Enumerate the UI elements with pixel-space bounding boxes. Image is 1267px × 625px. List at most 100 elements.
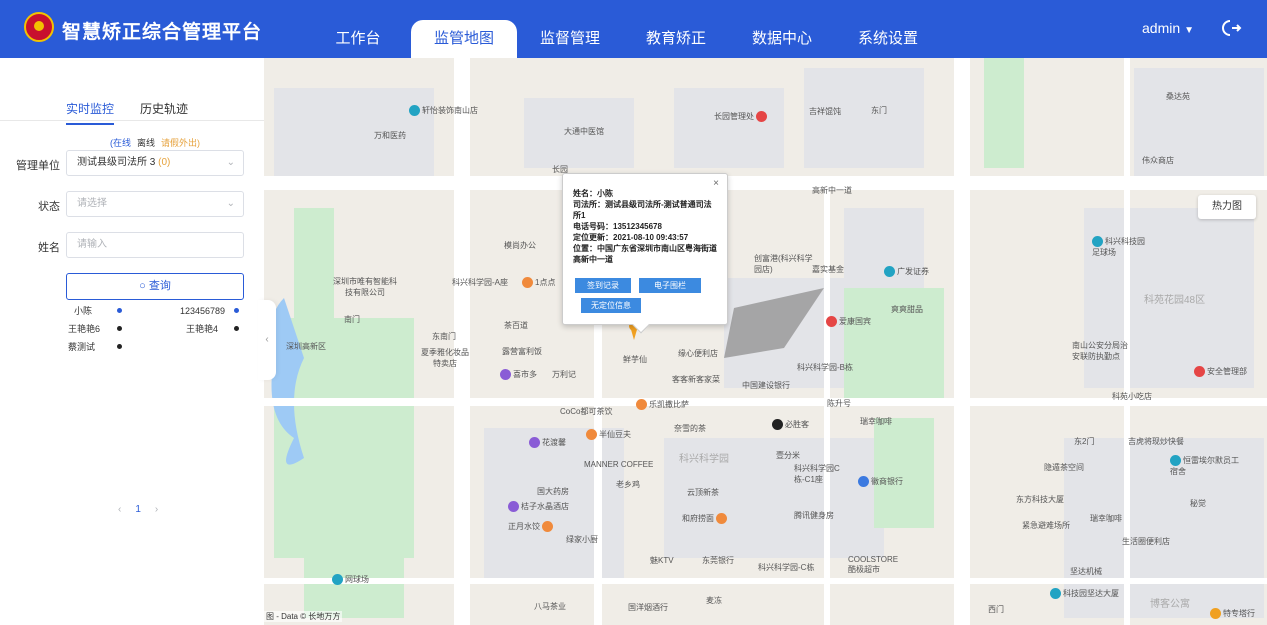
map-poi[interactable]: 生活圈便利店: [1122, 536, 1170, 547]
map-poi[interactable]: 科兴科学园-B栋: [797, 362, 853, 373]
next-page-icon[interactable]: ›: [155, 504, 158, 515]
person-item[interactable]: 王艳艳4: [186, 322, 218, 336]
map-poi[interactable]: 壹分米: [776, 450, 800, 461]
map-poi[interactable]: 桔子水晶酒店: [508, 501, 569, 513]
map-poi[interactable]: 深圳市唯有智能科技有限公司: [330, 276, 400, 298]
map-poi[interactable]: 国洋烟酒行: [628, 602, 668, 613]
map-poi[interactable]: 紧急避难场所: [1022, 520, 1070, 531]
person-item[interactable]: 蔡测试: [68, 340, 95, 354]
map-poi[interactable]: 云顶新茶: [687, 487, 719, 498]
map-poi[interactable]: 秘觉: [1190, 498, 1206, 509]
map-poi[interactable]: 南门: [344, 314, 360, 325]
map-poi[interactable]: 科兴科学园: [679, 450, 729, 465]
map-poi[interactable]: 麦冻: [706, 595, 722, 606]
nav-supervision-management[interactable]: 监督管理: [517, 20, 623, 58]
logout-icon[interactable]: [1222, 18, 1242, 38]
sidebar-collapse-handle[interactable]: ‹: [258, 300, 276, 380]
map-poi[interactable]: 南山公安分局治安联防执勤点: [1072, 340, 1134, 362]
map-poi[interactable]: 科兴科技园足球场: [1092, 236, 1152, 258]
map-poi[interactable]: 嘉实基金: [812, 264, 844, 275]
map-poi[interactable]: 必胜客: [772, 419, 809, 431]
map-poi[interactable]: 八马茶业: [534, 601, 566, 612]
map-poi[interactable]: 安全管理部: [1194, 366, 1247, 378]
name-input[interactable]: 请输入: [66, 232, 244, 258]
nav-data-center[interactable]: 数据中心: [729, 20, 835, 58]
map-poi[interactable]: 乐凯撒比萨: [636, 399, 689, 411]
map-poi[interactable]: 老乡鸡: [616, 479, 640, 490]
no-location-button[interactable]: 无定位信息: [581, 298, 641, 313]
map-poi[interactable]: 科兴科学园C栋-C1座: [794, 463, 850, 485]
page-number[interactable]: 1: [135, 504, 141, 515]
map-poi[interactable]: 花渡馨: [529, 437, 566, 449]
map-poi[interactable]: 瑞幸咖啡: [860, 416, 892, 427]
unit-select[interactable]: 测试县级司法所 3 (0) ⌄: [66, 150, 244, 176]
map-poi[interactable]: 陈升号: [827, 398, 851, 409]
person-item[interactable]: 王艳艳6: [68, 322, 100, 336]
person-item[interactable]: 123456789: [180, 304, 225, 318]
map-poi[interactable]: 万利记: [552, 369, 576, 380]
map-poi[interactable]: 西门: [988, 604, 1004, 615]
user-menu[interactable]: admin ▼: [1142, 20, 1194, 36]
tab-history-track[interactable]: 历史轨迹: [140, 100, 188, 125]
map-poi[interactable]: 科苑花园48区: [1144, 291, 1205, 306]
map-poi[interactable]: 东莞银行: [702, 555, 734, 566]
map-poi[interactable]: 奈雪的茶: [674, 423, 706, 434]
map-poi[interactable]: 博客公寓: [1150, 595, 1190, 610]
map-poi[interactable]: 茶百道: [504, 320, 528, 331]
map-poi[interactable]: 魅KTV: [650, 555, 674, 566]
map-poi[interactable]: 鲜芋仙: [623, 354, 647, 365]
nav-system-settings[interactable]: 系统设置: [835, 20, 941, 58]
map-poi[interactable]: 深圳高新区: [286, 341, 326, 352]
map-poi[interactable]: 中国建设银行: [742, 380, 790, 391]
tab-realtime-monitor[interactable]: 实时监控: [66, 100, 115, 125]
map-poi[interactable]: 徽商银行: [858, 476, 903, 488]
map-poi[interactable]: 模尚办公: [504, 240, 536, 251]
map-poi[interactable]: 客客新客家菜: [672, 374, 720, 385]
map-poi[interactable]: 伟众商店: [1142, 155, 1174, 166]
person-item[interactable]: 小陈: [74, 304, 92, 318]
map-poi[interactable]: 爽爽甜品: [891, 304, 923, 315]
map-poi[interactable]: 万和医药: [374, 130, 406, 141]
map-poi[interactable]: 网球场: [332, 574, 369, 586]
map-poi[interactable]: 正月水饺: [508, 521, 555, 533]
map-poi[interactable]: 坚达机械: [1070, 566, 1102, 577]
map-poi[interactable]: 绿家小厨: [566, 534, 598, 545]
map-poi[interactable]: 东南门: [432, 331, 456, 342]
map-poi[interactable]: 桑达苑: [1166, 91, 1190, 102]
close-icon[interactable]: ×: [713, 178, 719, 189]
map-poi[interactable]: 科兴科学园-A座: [452, 277, 508, 288]
map-poi[interactable]: 广发证券: [884, 266, 929, 278]
map-poi[interactable]: MANNER COFFEE: [584, 460, 653, 469]
map-poi[interactable]: 喜市多: [500, 369, 537, 381]
checkin-record-button[interactable]: 签到记录: [575, 278, 631, 293]
map-poi[interactable]: 隐遁茶空间: [1044, 462, 1084, 473]
map-poi[interactable]: 东门: [871, 105, 887, 116]
map-poi[interactable]: 大通中医馆: [564, 126, 604, 137]
map-poi[interactable]: 腾讯健身房: [794, 510, 834, 521]
map-poi[interactable]: 科技园坚达大厦: [1050, 588, 1119, 600]
map-poi[interactable]: 国大药房: [537, 486, 569, 497]
heatmap-toggle-button[interactable]: 热力图: [1198, 195, 1256, 219]
map-poi[interactable]: 1点点: [522, 277, 555, 289]
map-poi[interactable]: COOLSTORE酷极超市: [848, 555, 898, 575]
nav-supervision-map[interactable]: 监管地图: [411, 20, 517, 58]
map-poi[interactable]: 科兴科学园-C栋: [758, 562, 814, 573]
status-select[interactable]: 请选择 ⌄: [66, 191, 244, 217]
nav-education-correction[interactable]: 教育矫正: [623, 20, 729, 58]
map-poi[interactable]: 露营富利饭: [502, 346, 542, 357]
map-poi[interactable]: 创富港(科兴科学园店): [754, 253, 814, 275]
map-poi[interactable]: 夏季雅化妆品特卖店: [420, 347, 470, 369]
map-poi[interactable]: 半仙豆夫: [586, 429, 631, 441]
map-poi[interactable]: 吉祥馄饨: [809, 106, 841, 117]
map-poi[interactable]: 和府捞面: [682, 513, 729, 525]
supervision-map[interactable]: 轩怡装饰南山店 万和医药 大通中医馆 长园 长园管理处 吉祥馄饨 东门 桑达苑 …: [264, 58, 1267, 625]
map-poi[interactable]: 轩怡装饰南山店: [409, 105, 478, 117]
map-poi[interactable]: CoCo都可茶饮: [560, 406, 612, 417]
map-poi[interactable]: 科苑小吃店: [1112, 391, 1152, 402]
map-poi[interactable]: 高新中一道: [812, 185, 852, 196]
map-poi[interactable]: 爱康国宾: [826, 316, 871, 328]
map-poi[interactable]: 东2门: [1074, 436, 1094, 447]
map-poi[interactable]: 恒雷埃尔默员工宿舍: [1170, 455, 1240, 477]
nav-workbench[interactable]: 工作台: [305, 20, 411, 58]
map-poi[interactable]: 瑞幸咖啡: [1090, 513, 1122, 524]
